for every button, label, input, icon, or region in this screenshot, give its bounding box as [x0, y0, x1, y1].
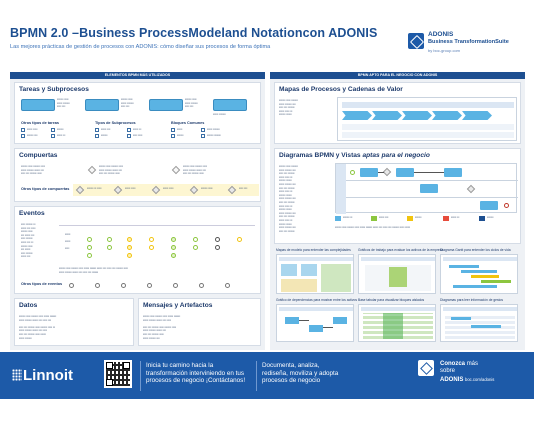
footer-banner: Linnoit Inicia tu camino hacia la transf… — [0, 352, 534, 399]
page-header: BPMN 2.0 –Business ProcessModeland Notat… — [0, 0, 534, 66]
qr-code-icon[interactable] — [104, 360, 132, 388]
tabular-base-image — [358, 304, 436, 342]
caption-shot-3: Diagrama Gantt para entender los ciclos … — [440, 248, 511, 252]
section-diagramas: Diagramas BPMN y Vistas aptas para el ne… — [274, 148, 521, 244]
page-title: BPMN 2.0 –Business ProcessModeland Notat… — [10, 26, 378, 40]
section-title-mensajes: Mensajes y Artefactos — [143, 302, 213, 309]
footer-cta: Inicia tu camino hacia la transformación… — [146, 362, 246, 385]
brand-name: ADONIS — [428, 31, 454, 38]
section-title-compuertas: Compuertas — [19, 152, 58, 159]
subprocess-shape — [85, 99, 119, 111]
tipos-subprocesos-label: Tipos de Subprocesos — [95, 121, 136, 125]
parallel-gateway-icon — [171, 165, 181, 175]
footer-doc: Documenta, analiza, rediseña, moviliza y… — [262, 362, 339, 385]
caption-shot-1: Mapas de modelo para entender las comple… — [276, 248, 351, 252]
section-title-tareas: Tareas y Subprocesos — [19, 86, 89, 93]
otros-tipos-tareas-label: Otros tipos de tareas — [21, 121, 59, 125]
brand-suite: Business TransformationSuite — [428, 39, 509, 45]
page-subtitle: Las mejores prácticas de gestión de proc… — [10, 44, 271, 50]
task-shape — [21, 99, 55, 111]
section-title-eventos: Eventos — [19, 210, 45, 217]
caption-shot-6: Diagramas para leer información de gesto… — [440, 298, 504, 302]
bloques-comunes-label: Bloques Comunes — [171, 121, 205, 125]
linnoit-dots-icon — [12, 369, 22, 381]
caption-shot-2: Gráficos de trabajo para evaluar los act… — [358, 248, 444, 252]
call-activity-shape — [149, 99, 183, 111]
model-map-image — [276, 254, 354, 294]
gantt-image — [440, 254, 518, 294]
linnoit-logo[interactable]: Linnoit — [12, 367, 73, 384]
left-column: ELEMENTOS BPMN MÁS UTILIZADOS Tareas y S… — [10, 72, 265, 350]
section-tareas: Tareas y Subprocesos ▪▪▪▪▪▪ ▪▪▪▪ ▪▪▪▪▪ ▪▪… — [14, 82, 261, 144]
event-subprocess-shape — [213, 99, 247, 111]
adonis-brand[interactable]: ADONIS Business TransformationSuite by b… — [408, 30, 528, 64]
section-title-diagramas: Diagramas BPMN y Vistas aptas para el ne… — [279, 152, 430, 159]
value-chain-map-image — [337, 97, 517, 141]
section-compuertas: Compuertas ▪▪▪▪▪▪ ▪▪▪▪ ▪▪▪▪▪▪ ▪▪▪▪ ▪▪▪▪▪ … — [14, 148, 261, 202]
section-mapas: Mapas de Procesos y Cadenas de Valor ▪▪▪… — [274, 82, 521, 144]
conozca-adonis-link[interactable]: Conozca más sobre ADONIS boc.com/adonis — [440, 361, 494, 384]
adonis-logo-icon — [408, 33, 424, 49]
section-mensajes: Mensajes y Artefactos ▪▪▪▪▪▪ ▪▪▪▪ ▪▪▪▪▪▪… — [138, 298, 261, 346]
left-column-band: ELEMENTOS BPMN MÁS UTILIZADOS — [10, 72, 265, 79]
right-column: BPMN APTO PARA EL NEGOCIO CON ADONIS Map… — [270, 72, 525, 350]
section-title-datos: Datos — [19, 302, 38, 309]
exclusive-gateway-icon — [87, 165, 97, 175]
section-title-mapas: Mapas de Procesos y Cadenas de Valor — [279, 86, 403, 93]
section-eventos: Eventos ▪▪▪▪ ▪▪▪▪▪▪ ▪▪ ▪▪▪▪▪ ▪▪▪ ▪▪▪▪ ▪▪▪▪… — [14, 206, 261, 294]
bpmn-diagram-image — [335, 163, 518, 214]
caption-shot-5: Base tabular para visualizar bloques ais… — [358, 298, 425, 302]
section-datos: Datos ▪▪▪▪▪▪ ▪▪▪▪ ▪▪▪▪▪▪ ▪▪▪▪ ▪▪▪▪▪ ▪▪▪▪… — [14, 298, 134, 346]
section-screenshots: Mapas de modelo para entender las comple… — [274, 248, 521, 346]
caption-shot-4: Gráfico de dependencias para mostrar ent… — [276, 298, 357, 302]
brand-url: by boc-group.com — [428, 48, 461, 53]
otros-compuertas-label: Otros tipos de compuertas — [21, 187, 70, 191]
management-diagram-image — [440, 304, 518, 342]
otros-eventos-label: Otros tipos de eventos — [21, 282, 63, 286]
work-graphic-image — [358, 254, 436, 294]
right-column-band: BPMN APTO PARA EL NEGOCIO CON ADONIS — [270, 72, 525, 79]
dependency-graph-image — [276, 304, 354, 342]
adonis-tile-icon — [418, 360, 434, 376]
